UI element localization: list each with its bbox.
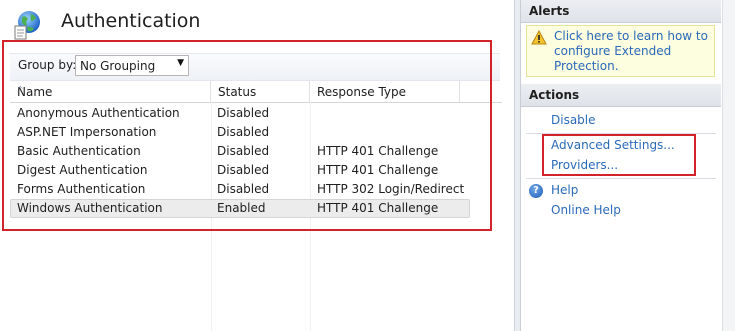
actions-header[interactable]: Actions xyxy=(521,84,721,107)
alert-message-box[interactable]: Click here to learn how to configure Ext… xyxy=(526,25,715,77)
actions-header-label: Actions xyxy=(529,88,580,102)
divider xyxy=(526,178,716,179)
highlight-box-actions xyxy=(542,134,696,176)
help-link[interactable]: Help xyxy=(551,183,578,197)
warning-icon xyxy=(531,30,547,45)
alerts-header[interactable]: Alerts xyxy=(521,0,721,23)
actions-scrollbar[interactable] xyxy=(722,0,735,331)
alerts-header-label: Alerts xyxy=(529,4,570,18)
highlight-box-table xyxy=(2,40,492,231)
page-title: Authentication xyxy=(61,10,201,32)
globe-document-icon xyxy=(14,11,40,40)
online-help-link[interactable]: Online Help xyxy=(551,203,621,217)
disable-link[interactable]: Disable xyxy=(551,113,596,127)
help-icon: ? xyxy=(529,184,543,198)
alert-link[interactable]: Click here to learn how to configure Ext… xyxy=(554,29,712,74)
